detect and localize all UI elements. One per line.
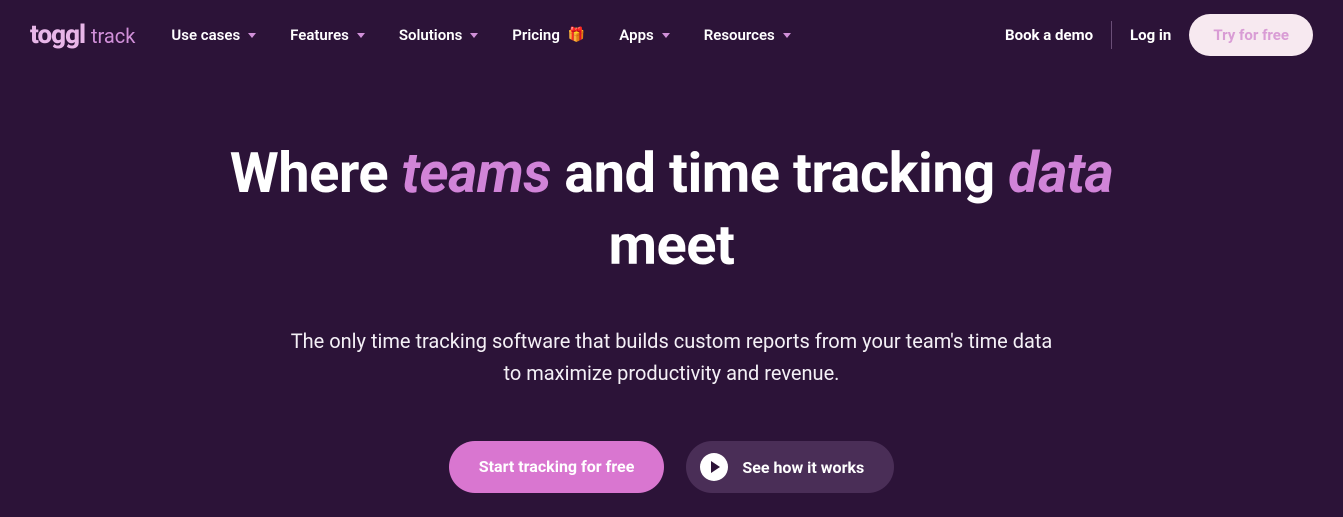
site-header: toggl track Use cases Features Solutions… xyxy=(0,0,1343,70)
nav-use-cases[interactable]: Use cases xyxy=(171,26,256,44)
gift-icon: 🎁 xyxy=(568,27,585,43)
nav-pricing[interactable]: Pricing 🎁 xyxy=(512,26,585,44)
try-for-free-button[interactable]: Try for free xyxy=(1189,14,1313,56)
logo[interactable]: toggl track xyxy=(30,20,135,50)
logo-product: track xyxy=(91,24,135,48)
secondary-cta-label: See how it works xyxy=(742,458,864,477)
nav-features[interactable]: Features xyxy=(290,26,365,44)
play-triangle xyxy=(711,461,720,473)
hero-title-part: and time tracking xyxy=(551,140,1008,206)
hero-title-part: meet xyxy=(609,212,735,278)
hero-subtitle: The only time tracking software that bui… xyxy=(282,325,1062,389)
nav-label: Apps xyxy=(619,26,653,44)
chevron-down-icon xyxy=(470,33,478,38)
hero-title-part: Where xyxy=(230,140,402,206)
chevron-down-icon xyxy=(662,33,670,38)
nav-label: Resources xyxy=(704,26,775,44)
book-demo-link[interactable]: Book a demo xyxy=(1005,26,1093,44)
nav-label: Features xyxy=(290,26,349,44)
see-how-it-works-button[interactable]: See how it works xyxy=(686,441,894,493)
nav-resources[interactable]: Resources xyxy=(704,26,791,44)
chevron-down-icon xyxy=(783,33,791,38)
header-actions: Book a demo Log in Try for free xyxy=(1005,14,1313,56)
main-nav: Use cases Features Solutions Pricing 🎁 A… xyxy=(171,26,977,44)
logo-brand: toggl xyxy=(30,20,85,50)
hero-title-emphasis: teams xyxy=(402,140,551,206)
nav-label: Solutions xyxy=(399,26,462,44)
chevron-down-icon xyxy=(248,33,256,38)
divider xyxy=(1111,21,1112,49)
hero-title: Where teams and time tracking data meet xyxy=(172,138,1172,281)
nav-apps[interactable]: Apps xyxy=(619,26,669,44)
nav-label: Pricing xyxy=(512,26,560,44)
nav-solutions[interactable]: Solutions xyxy=(399,26,478,44)
nav-label: Use cases xyxy=(171,26,240,44)
play-icon xyxy=(700,453,728,481)
login-link[interactable]: Log in xyxy=(1130,26,1171,44)
hero-section: Where teams and time tracking data meet … xyxy=(172,70,1172,493)
cta-row: Start tracking for free See how it works xyxy=(172,441,1172,493)
start-tracking-button[interactable]: Start tracking for free xyxy=(449,441,665,493)
chevron-down-icon xyxy=(357,33,365,38)
hero-title-emphasis: data xyxy=(1008,140,1113,206)
